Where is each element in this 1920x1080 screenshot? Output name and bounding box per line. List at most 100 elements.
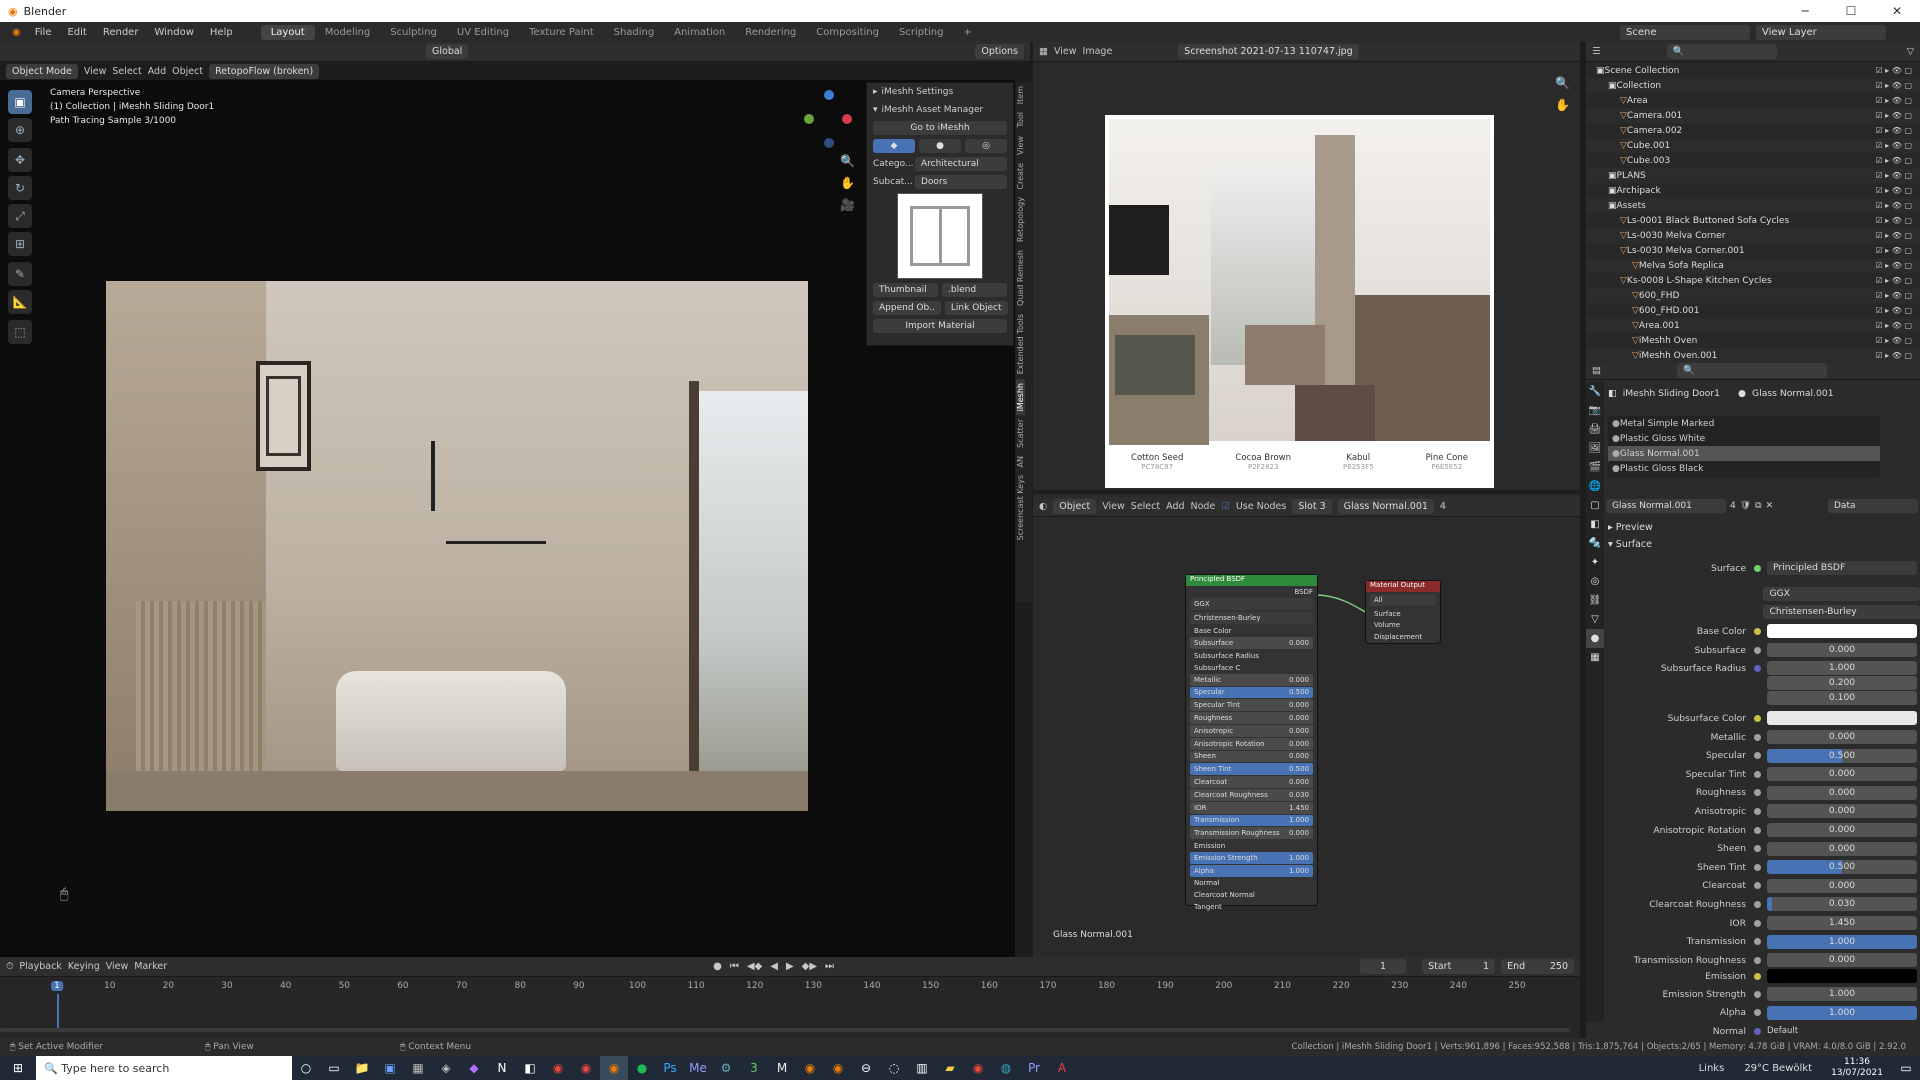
shader-param-slider[interactable]: 0.000 (1767, 953, 1917, 968)
outliner-visibility-icons[interactable]: ☑ ▸ 👁 ▢ (1875, 231, 1912, 240)
menu-select[interactable]: Select (112, 66, 141, 77)
tab-retopology[interactable]: Retopology (1016, 193, 1025, 246)
app-icon-17[interactable]: ◉ (796, 1056, 824, 1080)
bsdf-input-row[interactable]: Specular Tint 0.000 (1190, 699, 1313, 712)
mode-selector[interactable]: Object Mode (6, 63, 78, 79)
outliner-row[interactable]: ▽ Melva Sofa Replica ☑ ▸ 👁 ▢ (1586, 258, 1920, 273)
bsdf-input-row[interactable]: Base Color (1190, 626, 1313, 638)
calculator-icon[interactable]: ▦ (404, 1056, 432, 1080)
bsdf-input-row[interactable]: Sheen 0.000 (1190, 750, 1313, 763)
shader-param-slider[interactable]: 0.000 (1767, 804, 1917, 819)
outliner-visibility-icons[interactable]: ☑ ▸ 👁 ▢ (1875, 216, 1912, 225)
outliner-row[interactable]: ▽ Area ☑ ▸ 👁 ▢ (1586, 93, 1920, 108)
shader-param-slider[interactable]: 0.030 (1767, 897, 1917, 912)
jump-end-icon[interactable]: ⏭ (825, 961, 834, 972)
tool-tab-icon[interactable]: 🔧 (1586, 382, 1604, 401)
world-tab-icon[interactable]: 🌐 (1586, 477, 1604, 496)
view-layer-selector[interactable]: View Layer (1756, 24, 1886, 40)
view-layer-tab-icon[interactable]: 🖼 (1586, 439, 1604, 458)
outliner-visibility-icons[interactable]: ☑ ▸ 👁 ▢ (1875, 141, 1912, 150)
menu-edit[interactable]: Edit (59, 27, 94, 38)
asset-type-hdri-icon[interactable]: ◎ (965, 139, 1007, 153)
subsurface-color-swatch[interactable] (1767, 711, 1917, 725)
shader-param-slider[interactable]: 0.000 (1767, 785, 1917, 800)
premiere-icon[interactable]: Pr (1020, 1056, 1048, 1080)
bsdf-input-row[interactable]: Transmission 1.000 (1190, 814, 1313, 827)
bsdf-input-row[interactable]: Normal (1190, 878, 1313, 890)
bsdf-distribution[interactable]: GGX (1190, 598, 1313, 610)
spotify-icon[interactable]: ● (628, 1056, 656, 1080)
outliner-row[interactable]: ▽ 600_FHD ☑ ▸ 👁 ▢ (1586, 288, 1920, 303)
tab-extended-tools[interactable]: Extended Tools (1016, 310, 1025, 378)
app-icon-5[interactable]: ◆ (460, 1056, 488, 1080)
record-icon[interactable]: ● (713, 961, 722, 972)
scene-selector[interactable]: Scene (1620, 24, 1750, 40)
photoshop-icon[interactable]: Ps (656, 1056, 684, 1080)
link-object-button[interactable]: Link Object (944, 301, 1008, 315)
outliner-visibility-icons[interactable]: ☑ ▸ 👁 ▢ (1875, 306, 1912, 315)
bsdf-input-row[interactable]: Clearcoat 0.000 (1190, 776, 1313, 788)
subcategory-dropdown[interactable]: Doors (915, 175, 1007, 189)
taskbar-search[interactable]: 🔍 Type here to search (36, 1056, 292, 1080)
acrobat-icon[interactable]: A (1048, 1056, 1076, 1080)
material-slot-item[interactable]: ● Metal Simple Marked (1608, 416, 1880, 431)
tab-animation[interactable]: Animation (664, 25, 735, 40)
app-icon-19[interactable]: ⊖ (852, 1056, 880, 1080)
outliner-visibility-icons[interactable]: ☑ ▸ 👁 ▢ (1875, 171, 1912, 180)
outliner-visibility-icons[interactable]: ☑ ▸ 👁 ▢ (1875, 336, 1912, 345)
tab-rendering[interactable]: Rendering (735, 25, 806, 40)
timeline-menu-playback[interactable]: Playback (19, 961, 61, 972)
asset-type-material-icon[interactable]: ● (919, 139, 961, 153)
collection-tab-icon[interactable]: ▢ (1586, 496, 1604, 515)
timeline-ruler[interactable]: 1 10 20 30 40 50 60 70 80 90 100 110 120 130 140 150 160… (0, 980, 1580, 1032)
outliner-row[interactable]: ▣ PLANS ☑ ▸ 👁 ▢ (1586, 168, 1920, 183)
modifier-tab-icon[interactable]: 🔩 (1586, 534, 1604, 553)
outliner-visibility-icons[interactable]: ☑ ▸ 👁 ▢ (1875, 81, 1912, 90)
bsdf-input-row[interactable]: Sheen Tint 0.500 (1190, 763, 1313, 776)
shader-param-slider[interactable]: 0.500 (1767, 748, 1917, 763)
retopoflow-menu[interactable]: RetopoFlow (broken) (209, 63, 320, 79)
imeshh-settings-header[interactable]: ▸ iMeshh Settings (867, 83, 1013, 101)
outliner-row[interactable]: ▣ Collection ☑ ▸ 👁 ▢ (1586, 78, 1920, 93)
image-menu-view[interactable]: View (1054, 46, 1077, 57)
play-icon[interactable]: ▶ (786, 961, 794, 972)
subsurface-field[interactable]: 0.000 (1767, 643, 1917, 657)
tab-scripting[interactable]: Scripting (889, 25, 953, 40)
bsdf-input-row[interactable]: Subsurface 0.000 (1190, 637, 1313, 650)
chrome-icon[interactable]: ◉ (544, 1056, 572, 1080)
prev-key-icon[interactable]: ◀◆ (747, 961, 762, 972)
tab-compositing[interactable]: Compositing (806, 25, 889, 40)
move-tool-icon[interactable]: ✥ (8, 148, 32, 172)
weather-widget[interactable]: 29°C Bewölkt (1734, 1063, 1822, 1074)
bsdf-sss-method[interactable]: Christensen-Burley (1190, 611, 1313, 624)
outliner-visibility-icons[interactable]: ☑ ▸ 👁 ▢ (1875, 156, 1912, 165)
options-dropdown[interactable]: Options (975, 44, 1024, 59)
bsdf-input-row[interactable]: Emission Strength 1.000 (1190, 851, 1313, 864)
outliner-row[interactable]: ▣ Archipack ☑ ▸ 👁 ▢ (1586, 183, 1920, 198)
material-slot-item[interactable]: ● Plastic Gloss Black (1608, 461, 1880, 476)
editor-type-icon[interactable]: ▦ (1039, 46, 1048, 57)
bsdf-input-row[interactable]: Specular 0.500 (1190, 686, 1313, 699)
app-icon-4[interactable]: ◈ (432, 1056, 460, 1080)
output-target[interactable]: All (1370, 594, 1436, 606)
properties-search-icon[interactable]: 🔍 (1676, 363, 1827, 378)
image-menu-image[interactable]: Image (1083, 46, 1113, 57)
goto-imeshh-button[interactable]: Go to iMeshh (873, 121, 1007, 135)
tab-layout[interactable]: Layout (260, 24, 315, 40)
start-frame-field[interactable]: Start 1 (1422, 959, 1496, 974)
category-dropdown[interactable]: Architectural (915, 157, 1007, 171)
image-pan-icon[interactable]: ✋ (1555, 94, 1570, 116)
outliner-row[interactable]: ▽ 600_FHD.001 ☑ ▸ 👁 ▢ (1586, 303, 1920, 318)
surface-panel-header[interactable]: ▾ Surface (1608, 539, 1652, 550)
outliner-row[interactable]: ▣ Assets ☑ ▸ 👁 ▢ (1586, 198, 1920, 213)
menu-file[interactable]: File (27, 27, 60, 38)
shader-param-slider[interactable]: 1.450 (1767, 916, 1917, 930)
bsdf-input-row[interactable]: Roughness 0.000 (1190, 712, 1313, 724)
bsdf-input-row[interactable]: Subsurface C (1190, 662, 1313, 674)
output-tab-icon[interactable]: 🖨 (1586, 420, 1604, 439)
tab-shading[interactable]: Shading (604, 25, 665, 40)
sss-method-dropdown[interactable]: Christensen-Burley (1763, 605, 1920, 619)
tab-an[interactable]: AN (1016, 452, 1025, 471)
notification-icon[interactable]: ▭ (1892, 1056, 1920, 1080)
bsdf-input-row[interactable]: Subsurface Radius (1190, 650, 1313, 662)
